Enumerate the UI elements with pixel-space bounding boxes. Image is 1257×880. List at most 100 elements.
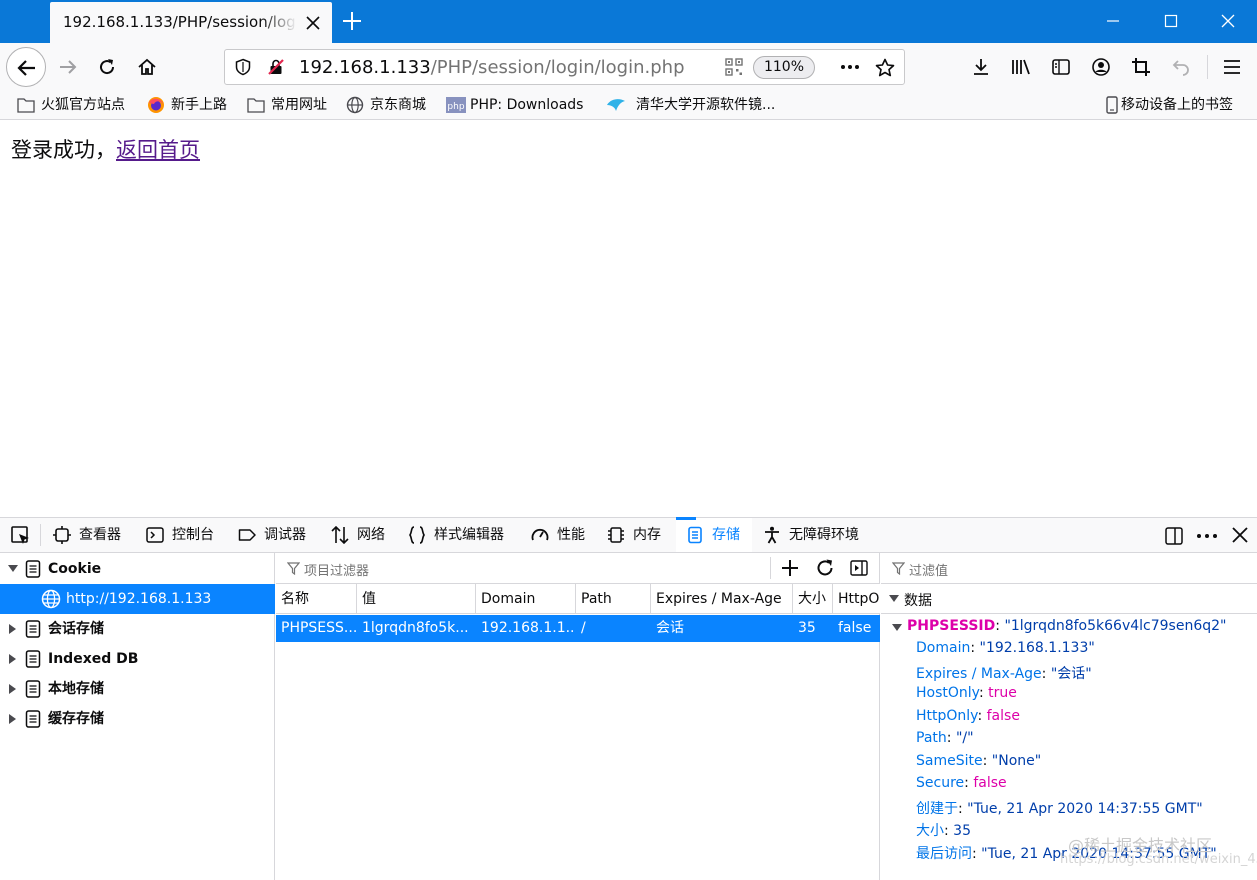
add-item-icon[interactable] (780, 558, 800, 582)
reload-button[interactable] (91, 51, 123, 83)
table-cell: 192.168.1.1... (481, 620, 576, 636)
detail-prop: SameSite: "None" (916, 753, 1042, 769)
detail-prop: Path: "/" (916, 730, 974, 746)
network-icon (331, 526, 349, 544)
column-header[interactable]: Domain (476, 584, 576, 614)
detail-root[interactable]: PHPSESSID: "1lgrqdn8fo5k66v4lc79sen6q2" (892, 618, 1226, 634)
globe-icon (346, 96, 364, 114)
section-title: 数据 (904, 593, 932, 609)
tree-item-host[interactable]: http://192.168.1.133 (0, 584, 275, 614)
tree-item-session-storage[interactable]: 会话存储 (0, 614, 275, 644)
toolbar-divider (40, 524, 41, 546)
table-filter-bar: 项目过滤器 (276, 553, 879, 584)
url-text[interactable]: 192.168.1.133/PHP/session/login/login.ph… (299, 57, 685, 78)
close-tab-icon[interactable] (303, 13, 323, 33)
arrow-left-icon (17, 60, 35, 76)
memory-icon (608, 527, 624, 543)
detail-prop: 大小: 35 (916, 823, 971, 839)
column-header[interactable]: Expires / Max-Age (651, 584, 793, 614)
detail-prop: HttpOnly: false (916, 708, 1020, 724)
console-icon (146, 527, 164, 543)
table-row[interactable]: PHPSESS... 1lgrqdn8fo5k... 192.168.1.1..… (276, 615, 880, 642)
table-cell: 1lgrqdn8fo5k... (362, 620, 469, 636)
back-button[interactable] (6, 47, 46, 87)
screenshot-button[interactable] (1125, 51, 1157, 83)
storage-icon (688, 526, 702, 544)
chevron-right-icon (9, 624, 16, 634)
detail-filter-bar: 过滤值 (881, 553, 1257, 584)
column-header[interactable]: 大小 (793, 584, 833, 614)
chevron-right-icon (9, 684, 16, 694)
cookie-table-pane: 项目过滤器 名称 值 Domain Path Expires / Max-Age… (276, 553, 880, 880)
library-button[interactable] (1005, 51, 1037, 83)
new-tab-icon[interactable] (340, 9, 364, 33)
chevron-down-icon (889, 595, 899, 602)
qr-code-icon[interactable] (725, 58, 743, 80)
globe-icon (41, 589, 61, 609)
detail-prop: 创建于: "Tue, 21 Apr 2020 14:37:55 GMT" (916, 801, 1203, 817)
table-filter-input[interactable]: 项目过滤器 (304, 560, 369, 579)
data-section-header[interactable]: 数据 (881, 584, 1257, 614)
login-message: 登录成功，返回首页 (11, 138, 200, 162)
minimize-icon[interactable] (1084, 0, 1142, 43)
sidebar-icon (1052, 59, 1070, 75)
close-window-icon[interactable] (1199, 0, 1257, 43)
folder-icon (17, 98, 35, 113)
page-actions-icon[interactable] (840, 58, 860, 80)
devtools-toolbar: 查看器 控制台 调试器 网络 样式编辑器 性能 内存 存储 无障碍环境 (0, 517, 1257, 553)
svg-text:php: php (447, 102, 464, 112)
browser-tab[interactable]: 192.168.1.133/PHP/session/login/login.ph… (50, 2, 332, 43)
debugger-icon (238, 529, 256, 541)
refresh-icon[interactable] (815, 558, 835, 582)
performance-icon (531, 528, 549, 541)
crop-icon (1132, 58, 1150, 76)
maximize-icon[interactable] (1142, 0, 1200, 43)
sidebar-button[interactable] (1045, 51, 1077, 83)
element-picker-icon[interactable] (11, 526, 31, 550)
tree-item-local-storage[interactable]: 本地存储 (0, 674, 275, 704)
dock-side-icon[interactable] (1164, 526, 1184, 550)
account-icon (1092, 58, 1110, 76)
column-header[interactable]: 名称 (276, 584, 357, 614)
undo-close-button[interactable] (1165, 51, 1197, 83)
column-header[interactable]: HttpO (833, 584, 880, 614)
toggle-sidebar-icon[interactable] (850, 559, 868, 581)
bookmark-star-icon[interactable] (875, 58, 895, 82)
url-bar[interactable]: 192.168.1.133/PHP/session/login/login.ph… (224, 49, 905, 85)
cookie-detail-pane: 过滤值 数据 PHPSESSID: "1lgrqdn8fo5k66v4lc79s… (881, 553, 1257, 880)
folder-icon (247, 98, 265, 113)
accessibility-icon (765, 526, 779, 544)
storage-panel: Cookie http://192.168.1.133 会话存储 Indexed… (0, 553, 1257, 880)
column-header[interactable]: Path (576, 584, 651, 614)
home-icon (138, 58, 156, 75)
account-button[interactable] (1085, 51, 1117, 83)
reload-icon (100, 59, 115, 75)
tuna-icon (607, 99, 625, 111)
undo-icon (1172, 60, 1189, 76)
close-devtools-icon[interactable] (1231, 526, 1249, 548)
downloads-button[interactable] (965, 51, 997, 83)
storage-icon (25, 710, 41, 728)
zoom-indicator[interactable]: 110% (753, 56, 815, 79)
storage-tree: Cookie http://192.168.1.133 会话存储 Indexed… (0, 553, 275, 880)
table-cell: 35 (798, 620, 816, 636)
back-home-link[interactable]: 返回首页 (116, 138, 200, 162)
insecure-lock-icon[interactable] (267, 58, 285, 80)
home-button[interactable] (131, 51, 163, 83)
tree-item-indexed-db[interactable]: Indexed DB (0, 644, 275, 674)
php-icon: php (446, 97, 466, 113)
column-header[interactable]: 值 (357, 584, 476, 614)
chevron-down-icon (892, 624, 902, 631)
storage-icon (25, 620, 41, 638)
tracking-shield-icon[interactable] (234, 58, 252, 80)
mobile-icon (1106, 96, 1118, 114)
toolbar-divider (770, 557, 771, 579)
forward-button[interactable] (52, 51, 84, 83)
detail-filter-input[interactable]: 过滤值 (909, 560, 948, 579)
bookmarks-toolbar: 火狐官方站点 新手上路 常用网址 京东商城 php PHP: Downloads… (0, 90, 1257, 120)
menu-button[interactable] (1216, 51, 1248, 83)
tree-item-cache-storage[interactable]: 缓存存储 (0, 704, 275, 734)
table-cell: false (838, 620, 872, 636)
devtools-menu-icon[interactable] (1196, 526, 1218, 550)
tree-item-cookie[interactable]: Cookie (0, 554, 275, 584)
